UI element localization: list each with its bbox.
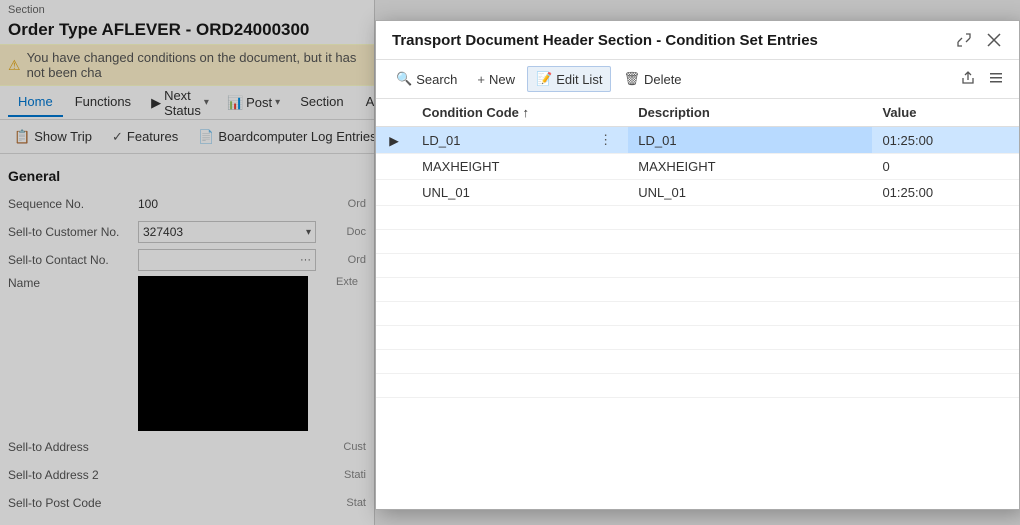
modal-dialog: Transport Document Header Section - Cond… <box>375 20 1020 510</box>
row-menu-cell <box>583 180 628 206</box>
edit-list-label: Edit List <box>556 72 602 87</box>
new-plus-icon: + <box>477 72 485 87</box>
search-label: Search <box>416 72 457 87</box>
search-icon: 🔍 <box>396 71 412 87</box>
table-row[interactable]: ▶ LD_01 ⋮ LD_01 01:25:00 <box>376 127 1019 154</box>
close-icon <box>987 33 1001 47</box>
new-button[interactable]: + New <box>469 68 523 91</box>
modal-expand-button[interactable] <box>953 31 975 49</box>
description-cell: LD_01 <box>628 127 872 154</box>
row-arrow-cell <box>376 180 412 206</box>
modal-close-button[interactable] <box>983 31 1005 49</box>
modal-toolbar: 🔍 Search + New 📝 Edit List 🗑 Delete <box>376 60 1019 99</box>
row-arrow-cell: ▶ <box>376 127 412 154</box>
empty-row <box>376 302 1019 326</box>
delete-button[interactable]: 🗑 Delete <box>615 67 689 91</box>
th-condition-code[interactable]: Condition Code ↑ <box>412 99 583 127</box>
table-header: Condition Code ↑ Description Value <box>376 99 1019 127</box>
new-label: New <box>489 72 515 87</box>
table-container: Condition Code ↑ Description Value ▶ <box>376 99 1019 509</box>
row-menu-cell: ⋮ <box>583 127 628 154</box>
conditions-table: Condition Code ↑ Description Value ▶ <box>376 99 1019 398</box>
modal-header: Transport Document Header Section - Cond… <box>376 21 1019 60</box>
menu-button[interactable] <box>985 69 1007 90</box>
menu-icon <box>989 71 1003 85</box>
search-button[interactable]: 🔍 Search <box>388 67 465 91</box>
value-cell: 01:25:00 <box>872 180 1019 206</box>
modal-title: Transport Document Header Section - Cond… <box>392 32 818 49</box>
share-button[interactable] <box>957 69 979 90</box>
edit-list-button[interactable]: 📝 Edit List <box>527 66 611 92</box>
value-cell: 0 <box>872 154 1019 180</box>
th-arrow <box>376 99 412 127</box>
row-arrow-cell <box>376 154 412 180</box>
condition-code-cell: MAXHEIGHT <box>412 154 583 180</box>
delete-label: Delete <box>644 72 682 87</box>
expand-icon <box>957 33 971 47</box>
th-description: Description <box>628 99 872 127</box>
empty-row <box>376 254 1019 278</box>
empty-row <box>376 278 1019 302</box>
empty-row <box>376 326 1019 350</box>
empty-row <box>376 350 1019 374</box>
delete-icon: 🗑 <box>623 71 640 87</box>
modal-header-actions <box>953 31 1005 49</box>
edit-list-icon: 📝 <box>536 71 552 87</box>
empty-row <box>376 230 1019 254</box>
condition-code-cell: LD_01 <box>412 127 583 154</box>
share-icon <box>961 71 975 85</box>
row-menu-button[interactable]: ⋮ <box>597 132 614 148</box>
th-menu <box>583 99 628 127</box>
empty-row <box>376 374 1019 398</box>
value-cell: 01:25:00 <box>872 127 1019 154</box>
table-row[interactable]: UNL_01 UNL_01 01:25:00 <box>376 180 1019 206</box>
table-row[interactable]: MAXHEIGHT MAXHEIGHT 0 <box>376 154 1019 180</box>
toolbar-right-icons <box>957 69 1007 90</box>
table-body: ▶ LD_01 ⋮ LD_01 01:25:00 <box>376 127 1019 398</box>
empty-row <box>376 206 1019 230</box>
row-menu-cell <box>583 154 628 180</box>
condition-code-cell: UNL_01 <box>412 180 583 206</box>
description-cell: MAXHEIGHT <box>628 154 872 180</box>
description-cell: UNL_01 <box>628 180 872 206</box>
th-value: Value <box>872 99 1019 127</box>
